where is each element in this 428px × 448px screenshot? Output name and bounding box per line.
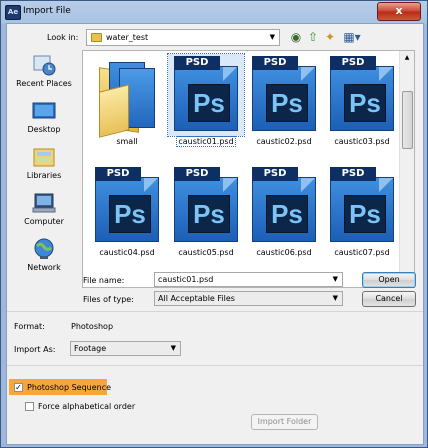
- psd-file-icon: PSD Ps: [252, 167, 316, 242]
- file-name: caustic04.psd: [99, 248, 155, 257]
- look-in-dropdown[interactable]: water_test ▼: [86, 29, 280, 46]
- psd-file-icon: PSD Ps: [174, 167, 238, 242]
- psd-file-icon: PSD Ps: [174, 56, 238, 131]
- dialog-body: Look in: water_test ▼ ◉ ⇧ ✦ ▦▾ Recent Pl…: [6, 23, 424, 445]
- files-of-type-label: Files of type:: [83, 295, 134, 304]
- new-folder-icon[interactable]: ✦: [322, 29, 338, 45]
- file-name: caustic07.psd: [334, 248, 390, 257]
- file-name: caustic05.psd: [178, 248, 234, 257]
- file-name: caustic06.psd: [256, 248, 312, 257]
- file-name: caustic02.psd: [256, 137, 312, 146]
- computer-icon: [32, 193, 56, 213]
- chevron-down-icon: ▼: [269, 33, 275, 41]
- file-item-psd[interactable]: PSD Ps caustic03.psd: [324, 54, 400, 146]
- psd-file-icon: PSD Ps: [330, 167, 394, 242]
- places-bar: Recent Places Desktop Libraries Computer…: [11, 52, 77, 304]
- format-value: Photoshop: [71, 322, 114, 331]
- file-list[interactable]: small PSD Ps caustic01.psd PSD Ps causti…: [82, 50, 415, 288]
- import-as-label: Import As:: [14, 345, 56, 354]
- vertical-scrollbar[interactable]: ▲ ▼: [399, 51, 414, 287]
- photoshop-sequence-checkbox[interactable]: ✓: [14, 383, 23, 392]
- file-thumbnail: PSD Ps: [246, 54, 322, 136]
- place-computer[interactable]: Computer: [11, 192, 77, 234]
- look-in-value: water_test: [106, 33, 149, 42]
- file-item-psd[interactable]: PSD Ps caustic02.psd: [246, 54, 322, 146]
- file-thumbnail: PSD Ps: [324, 165, 400, 247]
- place-label: Desktop: [27, 125, 61, 134]
- title-bar[interactable]: Ae Import File x: [1, 1, 427, 23]
- window-title: Import File: [23, 6, 71, 16]
- desktop-icon: [32, 102, 56, 119]
- place-libraries[interactable]: Libraries: [11, 146, 77, 188]
- chevron-down-icon[interactable]: ▼: [333, 275, 338, 283]
- chevron-down-icon: ▼: [170, 344, 176, 352]
- file-thumbnail: PSD Ps: [168, 165, 244, 247]
- file-item-psd[interactable]: PSD Ps caustic05.psd: [168, 165, 244, 257]
- after-effects-icon: Ae: [5, 5, 21, 20]
- file-thumbnail: PSD Ps: [89, 165, 165, 247]
- file-item-psd[interactable]: PSD Ps caustic06.psd: [246, 165, 322, 257]
- place-recent-places[interactable]: Recent Places: [11, 54, 77, 96]
- back-icon[interactable]: ◉: [288, 29, 304, 45]
- file-item-folder-small[interactable]: small: [89, 54, 165, 146]
- force-alphabetical-label[interactable]: Force alphabetical order: [38, 402, 135, 411]
- folder-icon: [91, 33, 102, 42]
- close-button[interactable]: x: [377, 2, 421, 21]
- force-alphabetical-checkbox[interactable]: [25, 402, 34, 411]
- recent-places-icon: [33, 55, 56, 76]
- libraries-icon: [33, 148, 55, 167]
- file-name-input[interactable]: caustic01.psd ▼: [154, 272, 343, 287]
- file-name: small: [116, 137, 138, 146]
- network-icon: [34, 238, 54, 259]
- cancel-button[interactable]: Cancel: [362, 291, 416, 307]
- place-network[interactable]: Network: [11, 238, 77, 280]
- scrollbar-thumb[interactable]: [402, 91, 413, 149]
- place-label: Computer: [24, 217, 64, 226]
- place-label: Recent Places: [16, 79, 72, 88]
- file-name-label: File name:: [83, 276, 125, 285]
- view-menu-icon[interactable]: ▦▾: [341, 29, 363, 45]
- look-in-label: Look in:: [47, 33, 79, 42]
- psd-file-icon: PSD Ps: [252, 56, 316, 131]
- file-thumbnail: [89, 54, 165, 138]
- file-name: caustic01.psd: [176, 136, 236, 147]
- import-as-dropdown[interactable]: Footage ▼: [70, 341, 181, 356]
- open-button[interactable]: Open: [362, 272, 416, 288]
- psd-file-icon: PSD Ps: [95, 167, 159, 242]
- import-folder-button[interactable]: Import Folder: [251, 414, 318, 430]
- psd-file-icon: PSD Ps: [330, 56, 394, 131]
- scroll-up-icon[interactable]: ▲: [400, 51, 414, 65]
- photoshop-sequence-label[interactable]: Photoshop Sequence: [27, 383, 111, 392]
- up-folder-icon[interactable]: ⇧: [305, 29, 321, 45]
- place-label: Libraries: [26, 171, 62, 180]
- file-thumbnail: PSD Ps: [246, 165, 322, 247]
- divider: [7, 311, 423, 312]
- place-label: Network: [27, 263, 61, 272]
- file-item-psd[interactable]: PSD Ps caustic04.psd: [89, 165, 165, 257]
- file-thumbnail: PSD Ps: [324, 54, 400, 136]
- place-desktop[interactable]: Desktop: [11, 100, 77, 142]
- import-file-window: Ae Import File x Look in: water_test ▼ ◉…: [0, 0, 428, 448]
- files-of-type-dropdown[interactable]: All Acceptable Files ▼: [154, 291, 343, 306]
- files-of-type-value: All Acceptable Files: [158, 294, 235, 303]
- chevron-down-icon: ▼: [332, 294, 338, 302]
- file-thumbnail: PSD Ps: [167, 53, 245, 137]
- folder-icon: [99, 60, 155, 138]
- file-item-psd[interactable]: PSD Ps caustic01.psd: [167, 53, 245, 147]
- format-label: Format:: [14, 322, 45, 331]
- file-name: caustic03.psd: [334, 137, 390, 146]
- file-item-psd[interactable]: PSD Ps caustic07.psd: [324, 165, 400, 257]
- file-name-value: caustic01.psd: [158, 275, 214, 284]
- divider: [7, 365, 423, 366]
- import-as-value: Footage: [74, 344, 107, 353]
